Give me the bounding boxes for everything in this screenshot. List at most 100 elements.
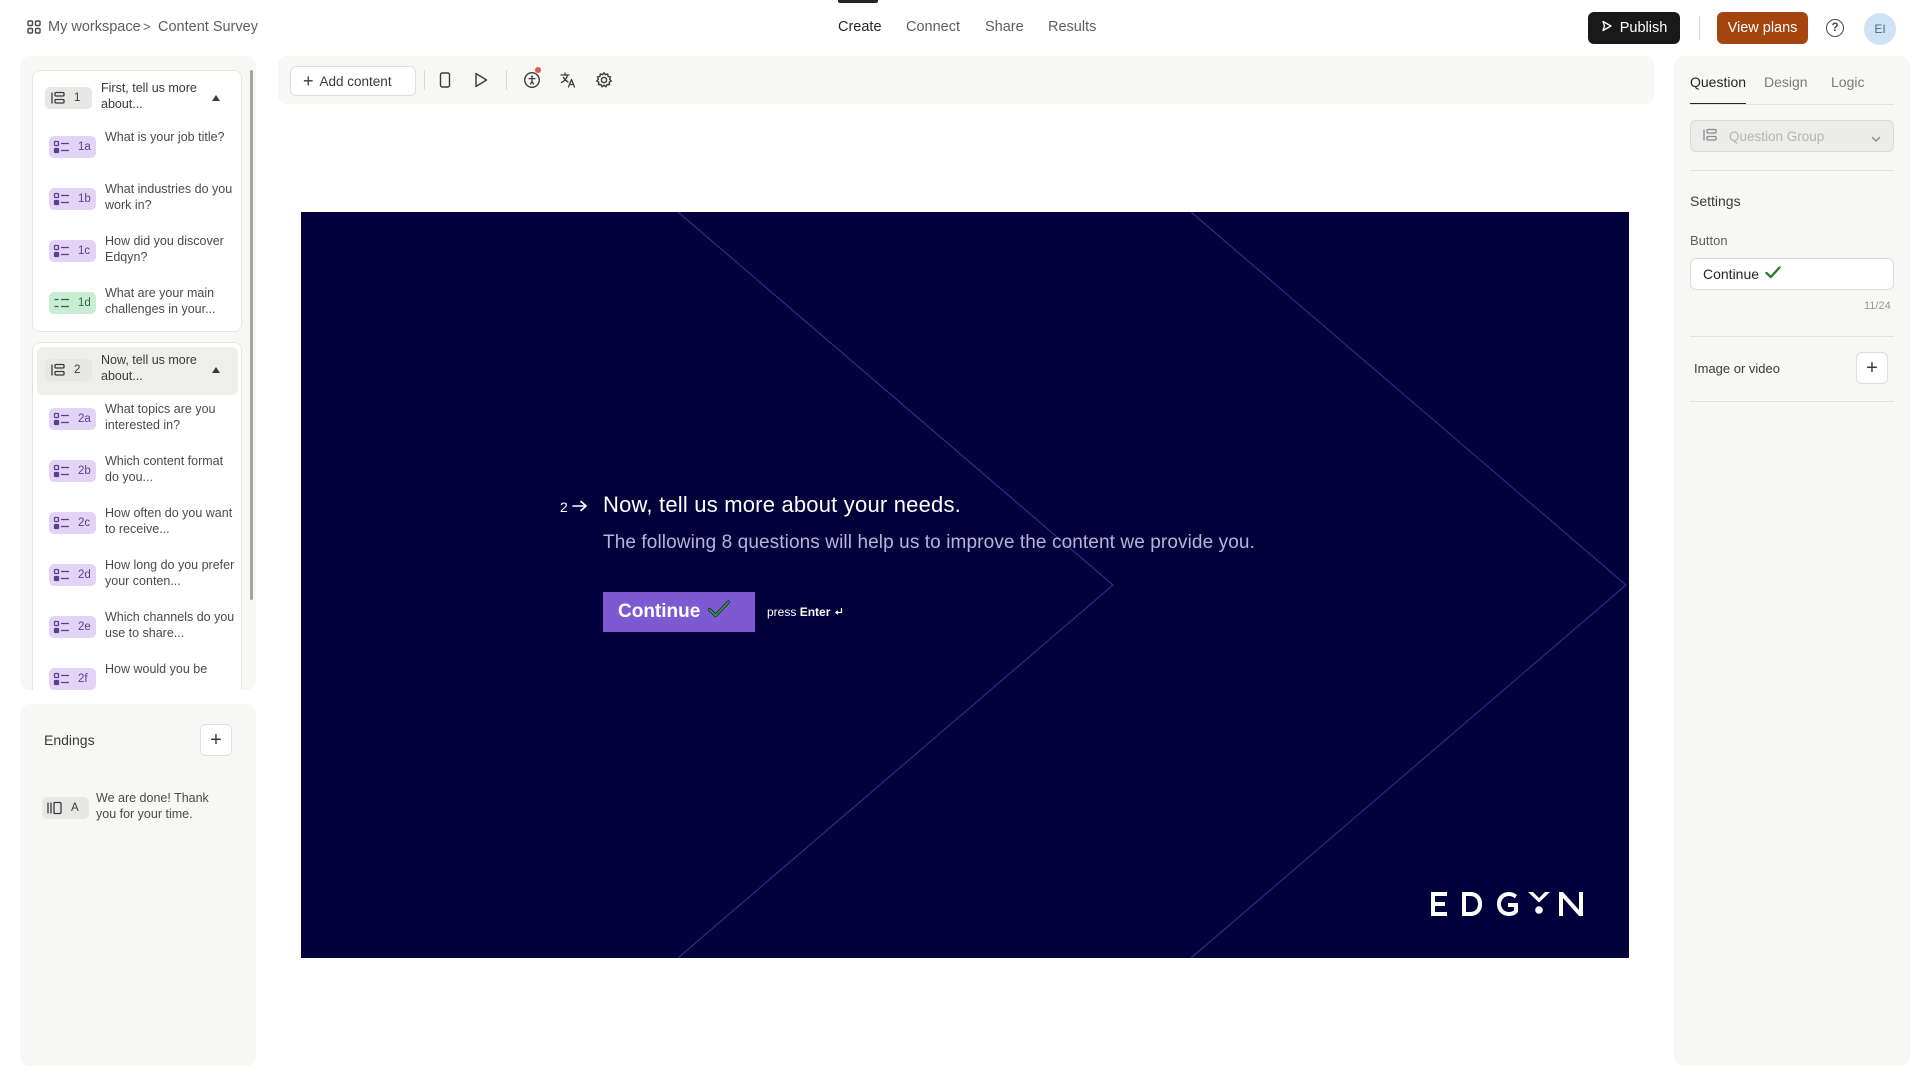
list-item[interactable]: 2c How often do you want to receive... bbox=[49, 503, 245, 545]
group-number: 1 bbox=[74, 92, 81, 104]
plus-icon: + bbox=[303, 71, 314, 91]
group-header-1[interactable]: 1 First, tell us more about... bbox=[37, 75, 238, 123]
button-text-input[interactable]: Continue bbox=[1690, 258, 1894, 290]
tab-share[interactable]: Share bbox=[985, 19, 1024, 35]
question-description[interactable]: The following 8 questions will help us t… bbox=[603, 532, 1255, 554]
question-number: 2d bbox=[78, 569, 91, 581]
list-choice-icon bbox=[53, 296, 71, 310]
question-number: 1b bbox=[78, 193, 91, 205]
ending-icon bbox=[46, 801, 64, 815]
question-title: What topics are you interested in? bbox=[105, 402, 216, 432]
topbar-divider bbox=[1699, 16, 1700, 40]
plus-icon: + bbox=[1866, 357, 1878, 379]
question-number: 2c bbox=[78, 517, 91, 529]
breadcrumb-form-name[interactable]: Content Survey bbox=[158, 19, 258, 35]
plus-icon: + bbox=[210, 729, 222, 751]
top-bar: My workspace > Content Survey Create Con… bbox=[0, 0, 1920, 56]
mobile-preview-icon[interactable] bbox=[434, 69, 456, 91]
question-group-1: 1 First, tell us more about... 1a What i… bbox=[32, 70, 242, 332]
add-media-button[interactable]: + bbox=[1856, 352, 1888, 384]
breadcrumb-separator: > bbox=[143, 19, 151, 34]
help-icon[interactable]: ? bbox=[1826, 19, 1844, 37]
publish-button[interactable]: Publish bbox=[1588, 12, 1680, 44]
avatar[interactable]: EI bbox=[1864, 13, 1896, 45]
group-badge: 1 bbox=[45, 87, 92, 109]
accessibility-icon[interactable] bbox=[521, 67, 543, 91]
question-badge: 2b bbox=[49, 460, 96, 482]
toolbar-divider bbox=[424, 70, 425, 90]
section-divider bbox=[1690, 170, 1894, 171]
list-item[interactable]: 2d How long do you prefer your conten... bbox=[49, 555, 245, 597]
tab-results[interactable]: Results bbox=[1048, 19, 1096, 35]
form-preview-canvas[interactable]: 2 Now, tell us more about your needs. Th… bbox=[301, 212, 1629, 958]
question-title[interactable]: Now, tell us more about your needs. bbox=[603, 492, 961, 518]
list-item[interactable]: 2f How would you be bbox=[49, 659, 245, 690]
list-choice-icon bbox=[53, 192, 71, 206]
translate-icon[interactable] bbox=[557, 69, 579, 91]
notification-dot bbox=[535, 67, 541, 73]
add-ending-button[interactable]: + bbox=[200, 724, 232, 756]
button-text-value: Continue bbox=[1703, 266, 1760, 282]
question-number: 2b bbox=[78, 465, 91, 477]
question-number: 1c bbox=[78, 245, 91, 257]
add-content-label: Add content bbox=[319, 73, 392, 89]
list-choice-icon bbox=[53, 672, 71, 686]
question-number: 1d bbox=[78, 297, 91, 309]
endings-heading: Endings bbox=[44, 732, 95, 748]
tab-connect[interactable]: Connect bbox=[906, 19, 960, 35]
list-choice-icon bbox=[53, 620, 71, 634]
continue-label: Continue bbox=[618, 601, 701, 622]
question-group-2: 2 Now, tell us more about... 2a What top… bbox=[32, 342, 242, 690]
collapse-caret-icon[interactable] bbox=[212, 367, 220, 373]
list-item[interactable]: 2a What topics are you interested in? bbox=[49, 399, 245, 441]
question-badge: 1d bbox=[49, 292, 96, 314]
list-choice-icon bbox=[53, 244, 71, 258]
continue-button[interactable]: Continue bbox=[603, 592, 755, 632]
list-item[interactable]: 1a What is your job title? bbox=[49, 127, 245, 169]
question-title: How often do you want to receive... bbox=[105, 506, 233, 536]
question-title: What industries do you work in? bbox=[105, 182, 233, 212]
group-number: 2 bbox=[74, 364, 81, 376]
question-title: What are your main challenges in your... bbox=[105, 286, 216, 316]
list-item[interactable]: 2e Which channels do you use to share... bbox=[49, 607, 245, 649]
question-number: 2a bbox=[78, 413, 91, 425]
add-content-button[interactable]: + Add content bbox=[290, 66, 416, 96]
media-label: Image or video bbox=[1694, 361, 1780, 376]
breadcrumb-workspace[interactable]: My workspace bbox=[48, 19, 141, 35]
section-divider bbox=[1690, 401, 1894, 402]
question-badge: 2f bbox=[49, 668, 96, 690]
group-header-2[interactable]: 2 Now, tell us more about... bbox=[37, 347, 238, 395]
list-item[interactable]: 1c How did you discover Edqyn? bbox=[49, 231, 245, 273]
question-title: How long do you prefer your conten... bbox=[105, 558, 235, 588]
ending-item[interactable]: A We are done! Thank you for your time. bbox=[42, 788, 238, 830]
tab-create[interactable]: Create bbox=[838, 19, 882, 35]
tab-logic[interactable]: Logic bbox=[1831, 74, 1864, 90]
list-choice-icon bbox=[53, 412, 71, 426]
question-title: Which channels do you use to share... bbox=[105, 610, 235, 640]
question-title: How would you be bbox=[105, 662, 208, 676]
settings-gear-icon[interactable] bbox=[593, 69, 615, 91]
view-plans-button[interactable]: View plans bbox=[1717, 12, 1808, 44]
list-item[interactable]: 1d What are your main challenges in your… bbox=[49, 283, 245, 325]
question-title: What is your job title? bbox=[105, 130, 225, 144]
collapse-caret-icon[interactable] bbox=[212, 95, 220, 101]
grid-icon[interactable] bbox=[27, 20, 41, 34]
tab-question[interactable]: Question bbox=[1690, 74, 1746, 90]
group-badge: 2 bbox=[45, 359, 92, 381]
button-label-heading: Button bbox=[1690, 233, 1728, 248]
play-preview-icon[interactable] bbox=[470, 69, 492, 91]
publish-play-icon bbox=[1601, 20, 1613, 36]
endings-panel: Endings + A We are done! Thank you for y… bbox=[20, 704, 256, 1066]
question-list-panel: 1 First, tell us more about... 1a What i… bbox=[20, 56, 256, 690]
list-item[interactable]: 2b Which content format do you... bbox=[49, 451, 245, 493]
question-badge: 1b bbox=[49, 188, 96, 210]
question-title: Which content format do you... bbox=[105, 454, 224, 484]
list-choice-icon bbox=[53, 516, 71, 530]
toolbar-divider bbox=[506, 70, 507, 90]
question-type-select[interactable]: Question Group bbox=[1690, 120, 1894, 152]
checkmark-icon bbox=[708, 600, 731, 624]
question-badge: 2e bbox=[49, 616, 96, 638]
list-scrollbar[interactable] bbox=[250, 70, 253, 600]
list-item[interactable]: 1b What industries do you work in? bbox=[49, 179, 245, 221]
tab-design[interactable]: Design bbox=[1764, 74, 1808, 90]
